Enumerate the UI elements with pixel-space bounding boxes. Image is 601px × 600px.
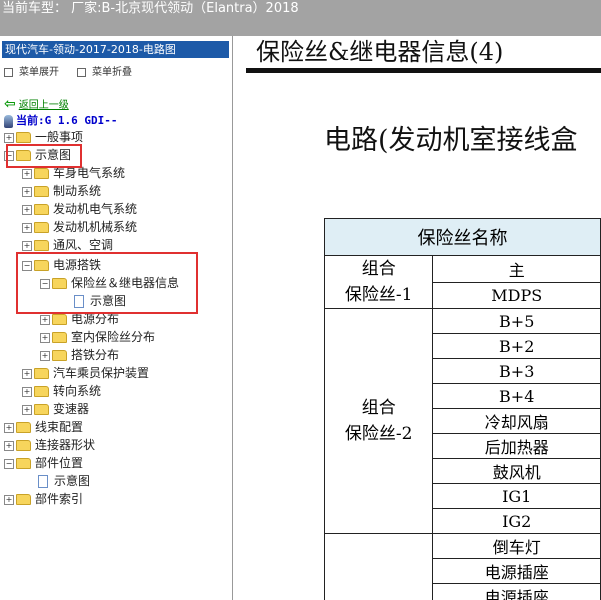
- folder-open-icon: [16, 458, 31, 469]
- folder-icon: [52, 350, 67, 361]
- vertical-scrollbar[interactable]: [232, 36, 244, 600]
- document-icon: [38, 475, 48, 488]
- collapse-all-button[interactable]: 菜单折叠: [77, 63, 132, 78]
- fuse-name: MDPS: [432, 281, 601, 309]
- group-cell: 组合 保险丝-1: [323, 255, 434, 309]
- folder-icon: [16, 422, 31, 433]
- page-title: 保险丝&继电器信息(4): [256, 38, 504, 66]
- expand-toggle-icon[interactable]: +: [40, 314, 50, 325]
- title-rule: [246, 68, 601, 73]
- section-title: 电路(发动机室接线盒: [324, 125, 578, 156]
- back-arrow-icon: ⇦: [4, 96, 16, 112]
- folder-icon: [16, 440, 31, 451]
- expand-toggle-icon[interactable]: +: [40, 332, 50, 343]
- fuse-name: IG2: [432, 508, 601, 534]
- fuse-name: B+5: [432, 308, 601, 334]
- folder-icon: [34, 168, 49, 179]
- folder-icon: [34, 204, 49, 215]
- fuse-name: 倒车灯: [432, 533, 601, 559]
- content-panel: 保险丝&继电器信息(4) 电路(发动机室接线盒 保险丝名称 组合 保险丝-1 主 …: [244, 36, 601, 600]
- tree-node[interactable]: + 线束配置: [4, 418, 83, 436]
- folder-icon: [16, 494, 31, 505]
- expand-toggle-icon[interactable]: +: [4, 494, 14, 505]
- expand-toggle-icon[interactable]: +: [22, 240, 32, 251]
- fuse-name: 冷却风扇: [432, 408, 601, 434]
- tree-title: 现代汽车-领动-2017-2018-电路图: [2, 41, 229, 58]
- folder-icon: [52, 332, 67, 343]
- group-cell: [323, 533, 434, 600]
- fuse-name: 后加热器: [432, 433, 601, 459]
- folder-icon: [34, 222, 49, 233]
- expand-toggle-icon[interactable]: +: [4, 440, 14, 451]
- group-cell: 组合 保险丝-2: [323, 308, 434, 534]
- collapse-icon: [77, 67, 86, 77]
- folder-icon: [34, 404, 49, 415]
- collapse-toggle-icon[interactable]: −: [4, 458, 14, 469]
- folder-icon: [34, 386, 49, 397]
- expand-toggle-icon[interactable]: +: [22, 168, 32, 179]
- fuse-name: 鼓风机: [432, 458, 601, 484]
- tree-node[interactable]: + 连接器形状: [4, 436, 95, 454]
- back-link[interactable]: ⇦ 返回上一级: [4, 96, 69, 112]
- highlight-box: [16, 252, 198, 314]
- expand-icon: [4, 67, 13, 77]
- vehicle-info: 当前车型： 厂家:B-北京现代领动（Elantra）2018: [2, 1, 299, 16]
- expand-toggle-icon[interactable]: +: [22, 386, 32, 397]
- tree-node[interactable]: + 制动系统: [22, 182, 101, 200]
- tree-node[interactable]: + 发动机电气系统: [22, 200, 137, 218]
- expand-toggle-icon[interactable]: +: [4, 132, 14, 143]
- tree-node[interactable]: + 转向系统: [22, 382, 101, 400]
- expand-toggle-icon[interactable]: +: [4, 422, 14, 433]
- fuse-name: IG1: [432, 483, 601, 509]
- fuse-table: 保险丝名称 组合 保险丝-1 主 MDPS 组合 保险丝-2 B+5 B+2 B+3…: [323, 218, 601, 600]
- fuse-name: 主: [432, 255, 601, 283]
- fuse-name: 电源插座: [432, 583, 601, 600]
- tree-node[interactable]: + 变速器: [22, 400, 89, 418]
- folder-icon: [16, 132, 31, 143]
- expand-toggle-icon[interactable]: +: [22, 368, 32, 379]
- folder-icon: [52, 314, 67, 325]
- expand-toggle-icon[interactable]: +: [40, 350, 50, 361]
- tree-leaf[interactable]: 示意图: [38, 472, 90, 490]
- tree-node[interactable]: − 部件位置: [4, 454, 83, 472]
- fuse-name: 电源插座: [432, 558, 601, 584]
- highlight-box: [6, 144, 82, 168]
- tree-node[interactable]: + 部件索引: [4, 490, 83, 508]
- table-header: 保险丝名称: [324, 218, 601, 256]
- current-model: 当前:G 1.6 GDI--: [4, 112, 117, 128]
- top-bar: 当前车型： 厂家:B-北京现代领动（Elantra）2018: [0, 0, 601, 36]
- fuse-name: B+2: [432, 333, 601, 359]
- model-icon: [4, 114, 13, 128]
- expand-toggle-icon[interactable]: +: [22, 204, 32, 215]
- fuse-name: B+4: [432, 383, 601, 409]
- tree-node[interactable]: + 汽车乘员保护装置: [22, 364, 149, 382]
- fuse-name: B+3: [432, 358, 601, 384]
- tree-node[interactable]: + 搭铁分布: [40, 346, 119, 364]
- left-panel: 现代汽车-领动-2017-2018-电路图 菜单展开 菜单折叠 ⇦ 返回上一级 当…: [0, 36, 232, 600]
- tree-node[interactable]: + 发动机机械系统: [22, 218, 137, 236]
- expand-toggle-icon[interactable]: +: [22, 404, 32, 415]
- folder-icon: [34, 186, 49, 197]
- folder-icon: [34, 240, 49, 251]
- expand-all-button[interactable]: 菜单展开: [4, 63, 59, 78]
- expand-toggle-icon[interactable]: +: [22, 222, 32, 233]
- folder-icon: [34, 368, 49, 379]
- expand-toggle-icon[interactable]: +: [22, 186, 32, 197]
- tree-node[interactable]: + 室内保险丝分布: [40, 328, 155, 346]
